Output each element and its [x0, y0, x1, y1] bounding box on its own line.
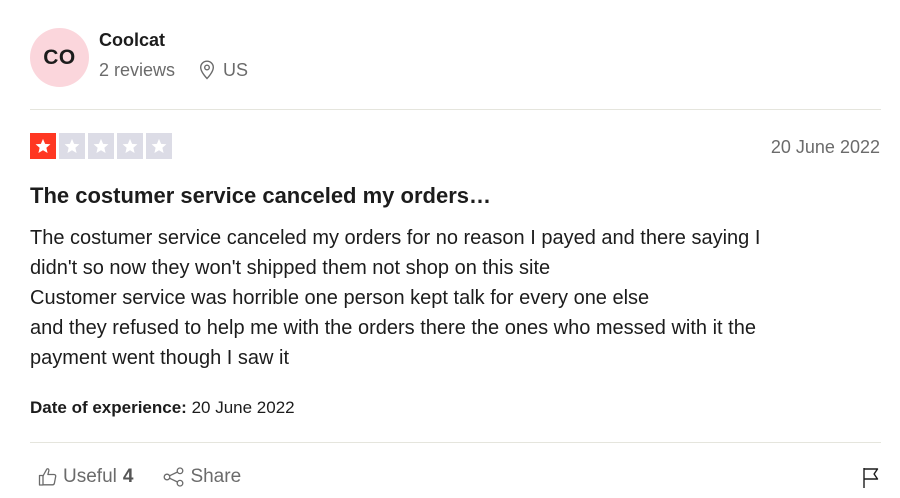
review-body-line: The costumer service canceled my orders …: [30, 227, 761, 249]
share-icon: [163, 467, 184, 487]
review-body-line: Customer service was horrible one person…: [30, 287, 650, 309]
location-pin-icon: [200, 60, 215, 80]
consumer-header: CO Coolcat 2 reviews US: [30, 28, 248, 87]
experience-date: 20 June 2022: [191, 398, 295, 417]
divider: [30, 442, 881, 443]
report-button[interactable]: [862, 467, 880, 494]
review-body-line: and they refused to help me with the ord…: [30, 317, 756, 339]
flag-icon: [863, 468, 879, 488]
review-date: 20 June 2022: [770, 137, 880, 157]
divider: [30, 109, 881, 110]
useful-button[interactable]: Useful 4: [38, 466, 133, 488]
reviews-count: 2 reviews: [99, 60, 176, 80]
star-icon: [88, 133, 114, 159]
avatar[interactable]: CO: [30, 28, 89, 87]
star-icon: [30, 133, 56, 159]
star-icon: [59, 133, 85, 159]
star-icon: [117, 133, 143, 159]
date-of-experience: Date of experience: 20 June 2022: [30, 396, 295, 420]
review-body-line: payment went though I saw it: [30, 347, 290, 369]
location-text: US: [223, 60, 249, 80]
location: US: [199, 58, 248, 82]
review-body: The costumer service canceled my orders …: [30, 223, 880, 373]
star-rating: [30, 133, 175, 159]
review-body-line: didn't so now they won't shipped them no…: [30, 257, 551, 279]
review-card: CO Coolcat 2 reviews US 20 June 2022 The…: [0, 0, 900, 498]
consumer-meta: 2 reviews US: [99, 58, 248, 82]
consumer-info: Coolcat 2 reviews US: [99, 30, 248, 82]
star-icon: [146, 133, 172, 159]
useful-label: Useful: [63, 466, 117, 487]
share-label: Share: [190, 466, 242, 487]
consumer-name-link[interactable]: Coolcat: [99, 28, 248, 52]
experience-label: Date of experience:: [30, 398, 187, 417]
review-actions: Useful 4 Share: [38, 466, 241, 488]
share-button[interactable]: Share: [163, 466, 241, 488]
useful-count: 4: [122, 466, 134, 487]
thumbs-up-icon: [38, 468, 57, 486]
review-title[interactable]: The costumer service canceled my orders…: [30, 181, 491, 211]
